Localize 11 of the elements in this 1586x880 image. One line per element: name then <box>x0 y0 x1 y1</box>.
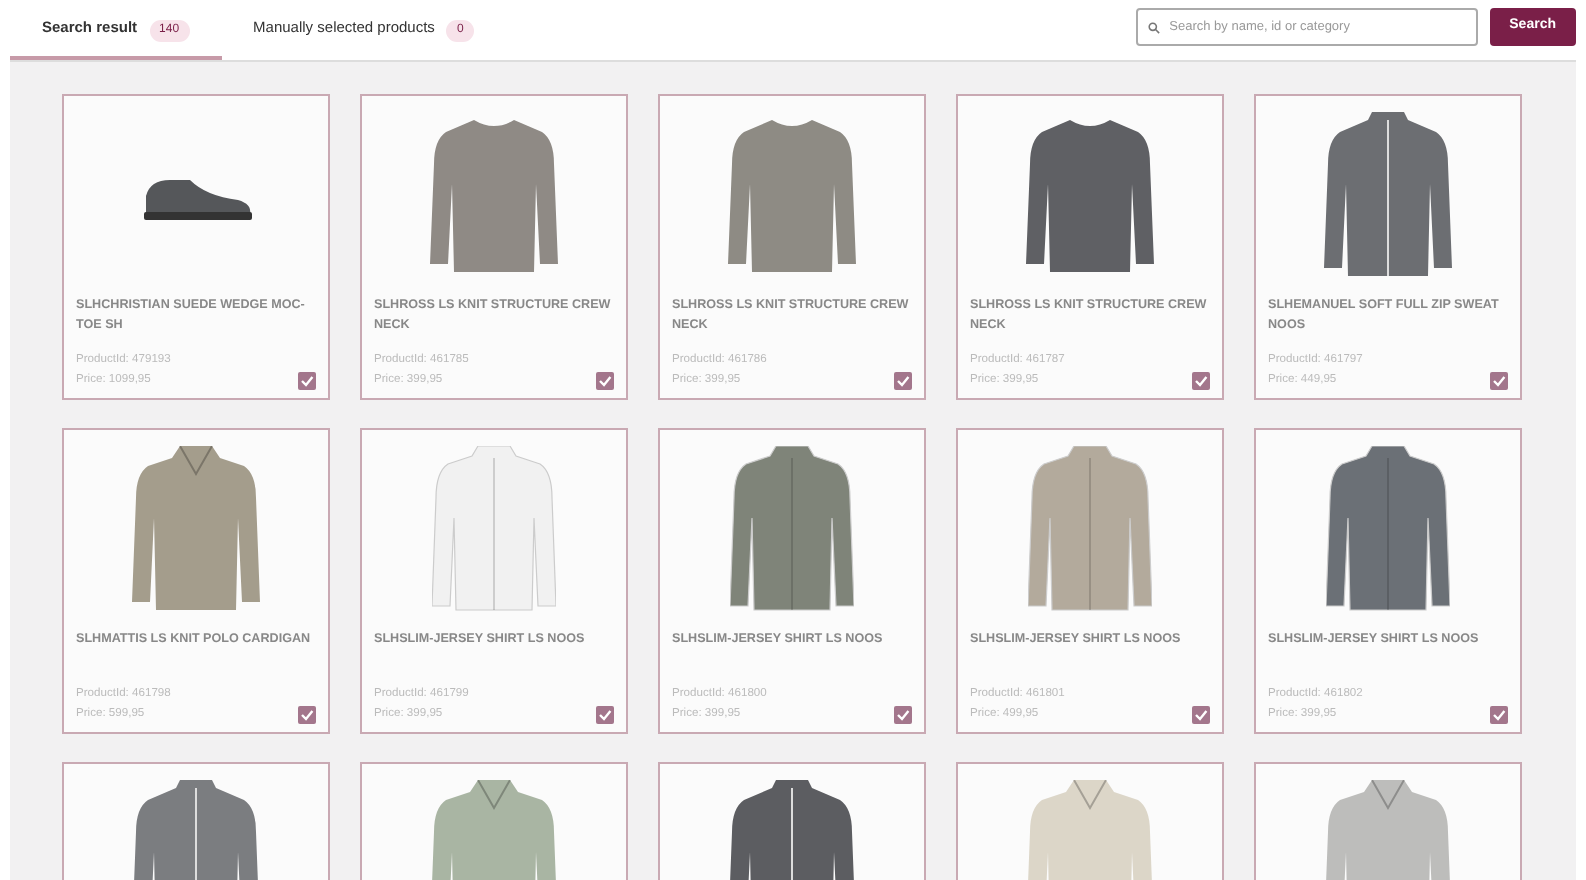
checkbox[interactable] <box>1192 706 1210 724</box>
checkbox[interactable] <box>894 372 912 390</box>
checkbox[interactable] <box>298 706 316 724</box>
checkbox[interactable] <box>894 706 912 724</box>
checkbox[interactable] <box>1192 372 1210 390</box>
checkbox[interactable] <box>1490 706 1508 724</box>
checkbox[interactable] <box>1490 372 1508 390</box>
checkbox[interactable] <box>596 372 614 390</box>
checkbox[interactable] <box>298 372 316 390</box>
checkbox[interactable] <box>596 706 614 724</box>
search-icon <box>1147 22 1160 34</box>
